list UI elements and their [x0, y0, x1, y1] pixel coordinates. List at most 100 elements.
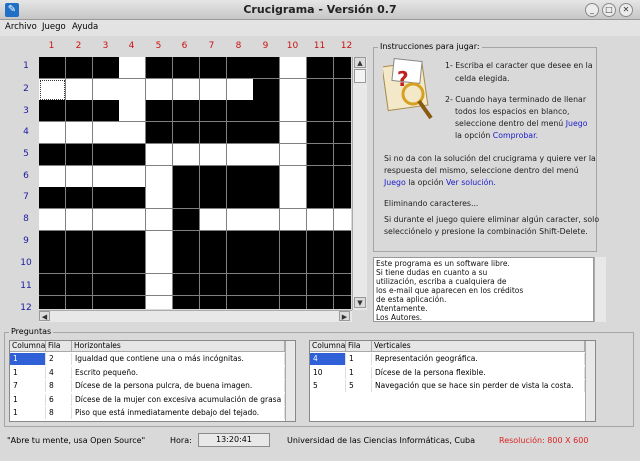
table-header[interactable]: Columna [310, 341, 346, 352]
grid-cell-white[interactable] [253, 143, 281, 166]
grid-cell-white[interactable] [39, 165, 66, 188]
scroll-right-arrow-icon[interactable]: ▶ [339, 311, 350, 321]
grid-cell-white[interactable] [199, 78, 227, 101]
grid-cell-white[interactable] [146, 78, 174, 101]
scroll-left-arrow-icon[interactable]: ◀ [39, 311, 50, 321]
grid-cell-white[interactable] [307, 208, 334, 231]
crossword-grid[interactable] [39, 57, 351, 309]
link-comprobar: Comprobar. [492, 131, 539, 140]
table-scrollbar[interactable] [585, 341, 595, 421]
table-cell[interactable]: Igualdad que contiene una o más incógnit… [72, 353, 285, 365]
grid-cell-white[interactable] [65, 208, 93, 231]
table-header[interactable]: Fila [346, 341, 372, 352]
grid-cell-white[interactable] [119, 57, 147, 79]
table-header[interactable]: Columna [10, 341, 46, 352]
table-cell[interactable]: Dícese de la persona pulcra, de buena im… [72, 380, 285, 392]
about-textbox[interactable]: Este programa es un software libre. Si ti… [373, 257, 594, 322]
grid-cell-white[interactable] [39, 208, 66, 231]
table-cell[interactable]: 7 [10, 380, 46, 392]
grid-cell-white[interactable] [39, 122, 66, 145]
grid-horizontal-scrollbar[interactable]: ◀ ▶ [39, 310, 352, 322]
vertical-questions-table[interactable]: Columna Fila Verticales 4 1 Representación ge… [309, 340, 596, 422]
grid-cell-white[interactable] [146, 165, 174, 188]
table-cell[interactable]: Piso que está inmediatamente debajo del … [72, 407, 285, 419]
grid-cell-white[interactable] [119, 208, 147, 231]
grid-cell-white[interactable] [333, 208, 351, 231]
grid-cell-white[interactable] [199, 208, 227, 231]
table-cell[interactable]: Dícese de la mujer con excesiva acumulac… [72, 393, 285, 406]
grid-cell-white[interactable] [119, 122, 147, 145]
grid-cell-white[interactable] [119, 165, 147, 188]
grid-cell-white[interactable] [280, 122, 308, 145]
table-cell[interactable]: Dícese de la persona flexible. [372, 366, 585, 379]
maximize-button[interactable]: □ [602, 3, 616, 17]
grid-cell-white[interactable] [146, 208, 174, 231]
table-cell[interactable]: 4 [310, 353, 346, 365]
grid-cell-white[interactable] [253, 208, 281, 231]
grid-cell-white[interactable] [65, 165, 93, 188]
grid-cell-white[interactable] [226, 143, 254, 166]
table-cell[interactable]: 8 [46, 380, 72, 392]
table-cell[interactable]: 1 [346, 366, 372, 379]
grid-cell-white[interactable] [199, 143, 227, 166]
table-header[interactable]: Horizontales [72, 341, 285, 352]
grid-cell-white[interactable] [65, 122, 93, 145]
table-cell[interactable]: 5 [310, 380, 346, 392]
scroll-thumb[interactable] [354, 69, 366, 83]
grid-cell-white[interactable] [146, 187, 174, 210]
grid-cell-white[interactable] [92, 78, 120, 101]
table-cell[interactable]: 4 [46, 366, 72, 379]
table-cell[interactable]: 1 [10, 366, 46, 379]
close-button[interactable]: ✕ [619, 3, 633, 17]
grid-cell-white[interactable] [92, 122, 120, 145]
column-number: 11 [313, 41, 326, 51]
grid-cell-white[interactable] [280, 78, 308, 101]
menu-ayuda[interactable]: Ayuda [72, 22, 98, 32]
grid-cell-white[interactable] [119, 78, 147, 101]
menu-juego[interactable]: Juego [42, 22, 66, 32]
table-cell[interactable]: 8 [46, 407, 72, 419]
grid-cell-white[interactable] [280, 57, 308, 79]
grid-cell-white[interactable] [39, 78, 66, 101]
grid-cell-black [92, 295, 120, 309]
table-cell[interactable]: 1 [10, 407, 46, 419]
grid-cell-white[interactable] [65, 78, 93, 101]
grid-cell-white[interactable] [146, 295, 174, 309]
scroll-down-arrow-icon[interactable]: ▼ [354, 297, 366, 308]
menu-archivo[interactable]: Archivo [5, 22, 37, 32]
grid-cell-white[interactable] [146, 274, 174, 296]
table-cell[interactable]: 1 [10, 393, 46, 406]
grid-cell-white[interactable] [92, 165, 120, 188]
grid-cell-white[interactable] [226, 208, 254, 231]
grid-cell-white[interactable] [226, 78, 254, 101]
table-cell[interactable]: 1 [10, 353, 46, 365]
grid-cell-white[interactable] [280, 208, 308, 231]
grid-cell-white[interactable] [173, 143, 200, 166]
grid-cell-white[interactable] [146, 143, 174, 166]
grid-cell-white[interactable] [280, 143, 308, 166]
grid-cell-white[interactable] [146, 230, 174, 253]
table-cell[interactable]: Representación geográfica. [372, 353, 585, 365]
grid-cell-white[interactable] [280, 165, 308, 188]
table-cell[interactable]: 6 [46, 393, 72, 406]
grid-vertical-scrollbar[interactable]: ▲ ▼ [352, 57, 367, 310]
scroll-up-arrow-icon[interactable]: ▲ [354, 57, 366, 68]
minimize-button[interactable]: _ [585, 3, 599, 17]
table-header[interactable]: Fila [46, 341, 72, 352]
grid-cell-white[interactable] [173, 78, 200, 101]
table-scrollbar[interactable] [285, 341, 295, 421]
grid-cell-white[interactable] [280, 187, 308, 210]
table-cell[interactable]: Escrito pequeño. [72, 366, 285, 379]
grid-cell-white[interactable] [92, 208, 120, 231]
table-header[interactable]: Verticales [372, 341, 585, 352]
grid-cell-white[interactable] [119, 100, 147, 123]
table-cell[interactable]: Navegación que se hace sin perder de vis… [372, 380, 585, 392]
table-cell[interactable]: 10 [310, 366, 346, 379]
table-cell[interactable]: 2 [46, 353, 72, 365]
table-cell[interactable]: 1 [346, 353, 372, 365]
grid-cell-white[interactable] [146, 252, 174, 275]
table-cell[interactable]: 5 [346, 380, 372, 392]
grid-cell-white[interactable] [280, 100, 308, 123]
about-scrollbar[interactable] [594, 257, 606, 322]
horizontal-questions-table[interactable]: Columna Fila Horizontales 1 2 Igualdad que co… [9, 340, 296, 422]
